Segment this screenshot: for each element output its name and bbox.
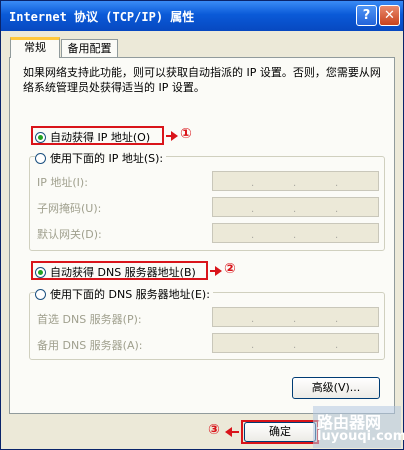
alternate-dns-label: 备用 DNS 服务器(A): xyxy=(37,339,143,352)
tab-alternate-config[interactable]: 备用配置 xyxy=(61,39,118,58)
advanced-button[interactable]: 高级(V)... xyxy=(292,377,380,399)
radio-ip-manual[interactable]: 使用下面的 IP 地址(S): xyxy=(35,150,167,166)
radio-ip-manual-indicator[interactable] xyxy=(35,152,46,164)
annotation-number-2: ② xyxy=(224,261,236,277)
preferred-dns-label: 首选 DNS 服务器(P): xyxy=(37,313,142,326)
preferred-dns-field[interactable]: ... xyxy=(212,307,379,327)
help-button[interactable]: ? xyxy=(356,5,377,26)
radio-dns-manual-indicator[interactable] xyxy=(35,288,46,300)
radio-ip-auto-indicator[interactable] xyxy=(35,131,46,143)
annotation-number-1: ① xyxy=(180,126,192,142)
window-title: Internet 协议 (TCP/IP) 属性 xyxy=(9,10,195,24)
default-gateway-field[interactable]: ... xyxy=(212,223,379,243)
radio-dns-manual[interactable]: 使用下面的 DNS 服务器地址(E): xyxy=(35,286,213,302)
watermark-url: luyouqi.com xyxy=(317,429,404,444)
radio-ip-manual-label[interactable]: 使用下面的 IP 地址(S): xyxy=(50,150,163,166)
subnet-mask-field[interactable]: ... xyxy=(212,197,379,217)
subnet-mask-label: 子网掩码(U): xyxy=(37,202,102,215)
annotation-arrow-2 xyxy=(210,266,222,276)
annotation-arrow-3 xyxy=(225,427,239,437)
radio-dns-auto[interactable]: 自动获得 DNS 服务器地址(B) xyxy=(35,264,196,280)
default-gateway-label: 默认网关(D): xyxy=(37,228,102,241)
ip-address-field[interactable]: ... xyxy=(212,171,379,191)
ok-button[interactable]: 确定 xyxy=(244,422,316,442)
alternate-dns-field[interactable]: ... xyxy=(212,333,379,353)
radio-dns-auto-label[interactable]: 自动获得 DNS 服务器地址(B) xyxy=(50,264,196,280)
annotation-number-3: ③ xyxy=(208,422,220,438)
radio-dns-manual-label[interactable]: 使用下面的 DNS 服务器地址(E): xyxy=(50,286,210,302)
radio-ip-auto[interactable]: 自动获得 IP 地址(O) xyxy=(35,129,150,145)
radio-dns-auto-indicator[interactable] xyxy=(35,266,46,278)
close-button[interactable]: ✕ xyxy=(379,5,400,26)
ip-address-label: IP 地址(I): xyxy=(37,176,88,189)
annotation-arrow-1 xyxy=(166,131,178,141)
radio-ip-auto-label[interactable]: 自动获得 IP 地址(O) xyxy=(50,129,150,145)
dialog-window: Internet 协议 (TCP/IP) 属性 ? ✕ 常规 备用配置 如果网络… xyxy=(0,0,404,450)
title-bar[interactable]: Internet 协议 (TCP/IP) 属性 ? ✕ xyxy=(1,1,403,31)
description-text: 如果网络支持此功能，则可以获取自动指派的 IP 设置。否则，您需要从网络系统管理… xyxy=(23,66,381,94)
tab-general[interactable]: 常规 xyxy=(10,37,60,58)
